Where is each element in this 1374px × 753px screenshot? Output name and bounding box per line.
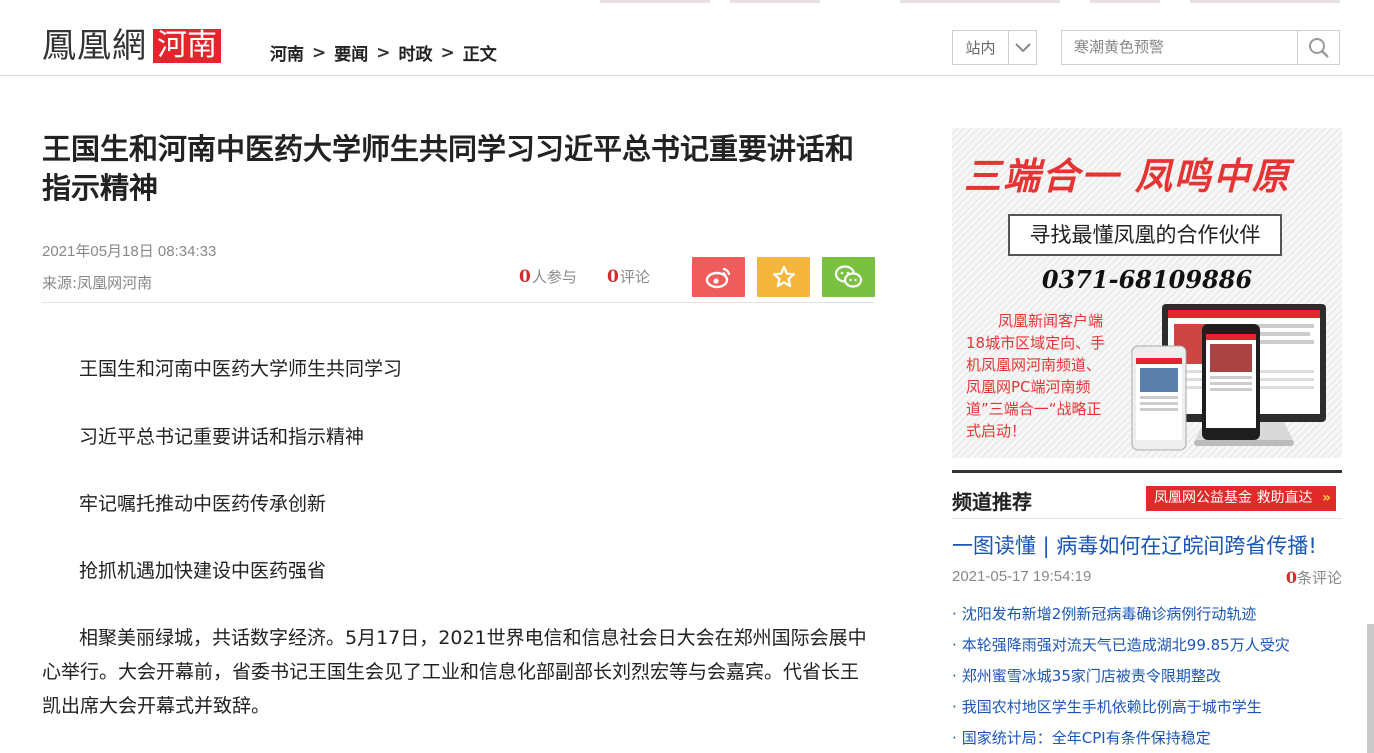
bullet-icon: · — [952, 636, 957, 654]
breadcrumb-separator: > — [440, 42, 455, 63]
weibo-icon — [705, 267, 730, 289]
breadcrumb-separator: > — [376, 42, 391, 63]
ad-tagline-box: 寻找最懂凤凰的合作伙伴 — [1008, 214, 1282, 256]
search-icon — [1308, 37, 1329, 58]
double-chevron-right-icon: » — [1321, 490, 1331, 506]
comments-number: 0 — [607, 267, 619, 287]
share-weibo-button[interactable] — [692, 257, 745, 297]
breadcrumb-news[interactable]: 要闻 — [334, 40, 368, 65]
logo-main-text: 鳳凰網 — [42, 26, 147, 66]
article-paragraph: 王国生和河南中医药大学师生共同学习 — [79, 358, 403, 380]
chevron-down-icon[interactable] — [1008, 31, 1036, 64]
list-item: · 本轮强降雨强对流天气已造成湖北99.85万人受灾 — [952, 630, 1342, 661]
list-item: · 郑州蜜雪冰城35家门店被责令限期整改 — [952, 661, 1342, 692]
source-link[interactable]: 凤凰网河南 — [77, 274, 152, 292]
breadcrumb-current: 正文 — [462, 45, 497, 65]
ad-headline: 三端合一 凤鸣中原 — [964, 155, 1291, 198]
list-item-link[interactable]: 我国农村地区学生手机依赖比例高于城市学生 — [962, 698, 1262, 716]
search-scope-label: 站内 — [965, 39, 996, 57]
breadcrumb-henan[interactable]: 河南 — [270, 40, 304, 65]
share-wechat-button[interactable] — [822, 257, 875, 297]
scrollbar-thumb[interactable] — [1367, 624, 1374, 753]
list-item-link[interactable]: 郑州蜜雪冰城35家门店被责令限期整改 — [962, 667, 1221, 685]
featured-headline-date: 2021-05-17 19:54:19 — [952, 568, 1092, 585]
list-item: · 国家统计局：全年CPI有条件保持稳定 — [952, 723, 1342, 753]
article-paragraph: 抢抓机遇加快建设中医药强省 — [79, 560, 327, 582]
article-date: 2021年05月18日 08:34:33 — [42, 243, 217, 260]
ad-phone: 0371-68109886 — [1041, 265, 1253, 294]
search-button[interactable] — [1297, 31, 1339, 64]
charity-banner[interactable]: 凤凰网公益基金 救助直达 » — [1146, 486, 1336, 511]
participants-label: 人参与 — [531, 268, 577, 286]
search-scope-select[interactable]: 站内 — [952, 30, 1037, 65]
article-title: 王国生和河南中医药大学师生共同学习习近平总书记重要讲话和指示精神 — [42, 132, 855, 205]
star-icon — [772, 265, 795, 288]
site-header: 鳳凰網 河南 河南 > 要闻 > 时政 > 正文 站内 — [0, 4, 1374, 76]
featured-comments-label: 条评论 — [1296, 569, 1342, 587]
comments-label: 评论 — [619, 268, 650, 286]
site-logo[interactable]: 鳳凰網 河南 — [42, 26, 221, 66]
bullet-icon: · — [952, 729, 957, 747]
search-box — [1061, 30, 1340, 65]
list-item-link[interactable]: 沈阳发布新增2例新冠病毒确诊病例行动轨迹 — [962, 605, 1257, 623]
featured-headline-link[interactable]: 一图读懂 | 病毒如何在辽皖间跨省传播! — [952, 530, 1317, 560]
featured-comments-number: 0 — [1285, 568, 1297, 587]
bullet-icon: · — [952, 605, 957, 623]
list-item-link[interactable]: 国家统计局：全年CPI有条件保持稳定 — [962, 729, 1211, 747]
meta-divider — [42, 302, 874, 303]
breadcrumb: 河南 > 要闻 > 时政 > 正文 — [270, 40, 497, 66]
wechat-icon — [834, 265, 862, 288]
breadcrumb-politics[interactable]: 时政 — [399, 40, 433, 65]
section-subdivider — [952, 518, 1342, 519]
article-source: 来源:凤凰网河南 — [42, 272, 152, 293]
list-item: · 沈阳发布新增2例新冠病毒确诊病例行动轨迹 — [952, 599, 1342, 630]
logo-channel-text: 河南 — [153, 29, 221, 63]
comments-count[interactable]: 0 评论 — [607, 266, 650, 287]
search-input[interactable] — [1062, 31, 1297, 64]
section-divider — [952, 470, 1342, 473]
list-item: · 我国农村地区学生手机依赖比例高于城市学生 — [952, 692, 1342, 723]
sidebar-ad[interactable]: 三端合一 凤鸣中原 寻找最懂凤凰的合作伙伴 0371-68109886 凤凰新闻… — [952, 128, 1342, 458]
article-paragraph: 习近平总书记重要讲话和指示精神 — [79, 426, 365, 448]
article-paragraph: 牢记嘱托推动中医药传承创新 — [79, 493, 327, 515]
featured-comments[interactable]: 0 条评论 — [1286, 567, 1342, 588]
favorite-button[interactable] — [757, 257, 810, 297]
charity-banner-text: 凤凰网公益基金 救助直达 — [1154, 490, 1313, 506]
recommended-list: · 沈阳发布新增2例新冠病毒确诊病例行动轨迹 · 本轮强降雨强对流天气已造成湖北99… — [952, 599, 1342, 753]
article-paragraph: 相聚美丽绿城，共话数字经济。5月17日，2021世界电信和信息社会日大会在郑州国… — [42, 627, 867, 717]
bullet-icon: · — [952, 698, 957, 716]
source-label: 来源: — [42, 274, 78, 292]
ad-body-text: 凤凰新闻客户端18城市区域定向、手机凤凰网河南频道、凤凰网PC端河南频道”三端合… — [966, 312, 1106, 440]
breadcrumb-separator: > — [312, 42, 327, 63]
list-item-link[interactable]: 本轮强降雨强对流天气已造成湖北99.85万人受灾 — [962, 636, 1290, 654]
device-mockup-image — [1131, 304, 1326, 451]
participants-count[interactable]: 0 人参与 — [519, 266, 577, 287]
section-title: 频道推荐 — [952, 490, 1032, 514]
participants-number: 0 — [519, 267, 531, 287]
bullet-icon: · — [952, 667, 957, 685]
